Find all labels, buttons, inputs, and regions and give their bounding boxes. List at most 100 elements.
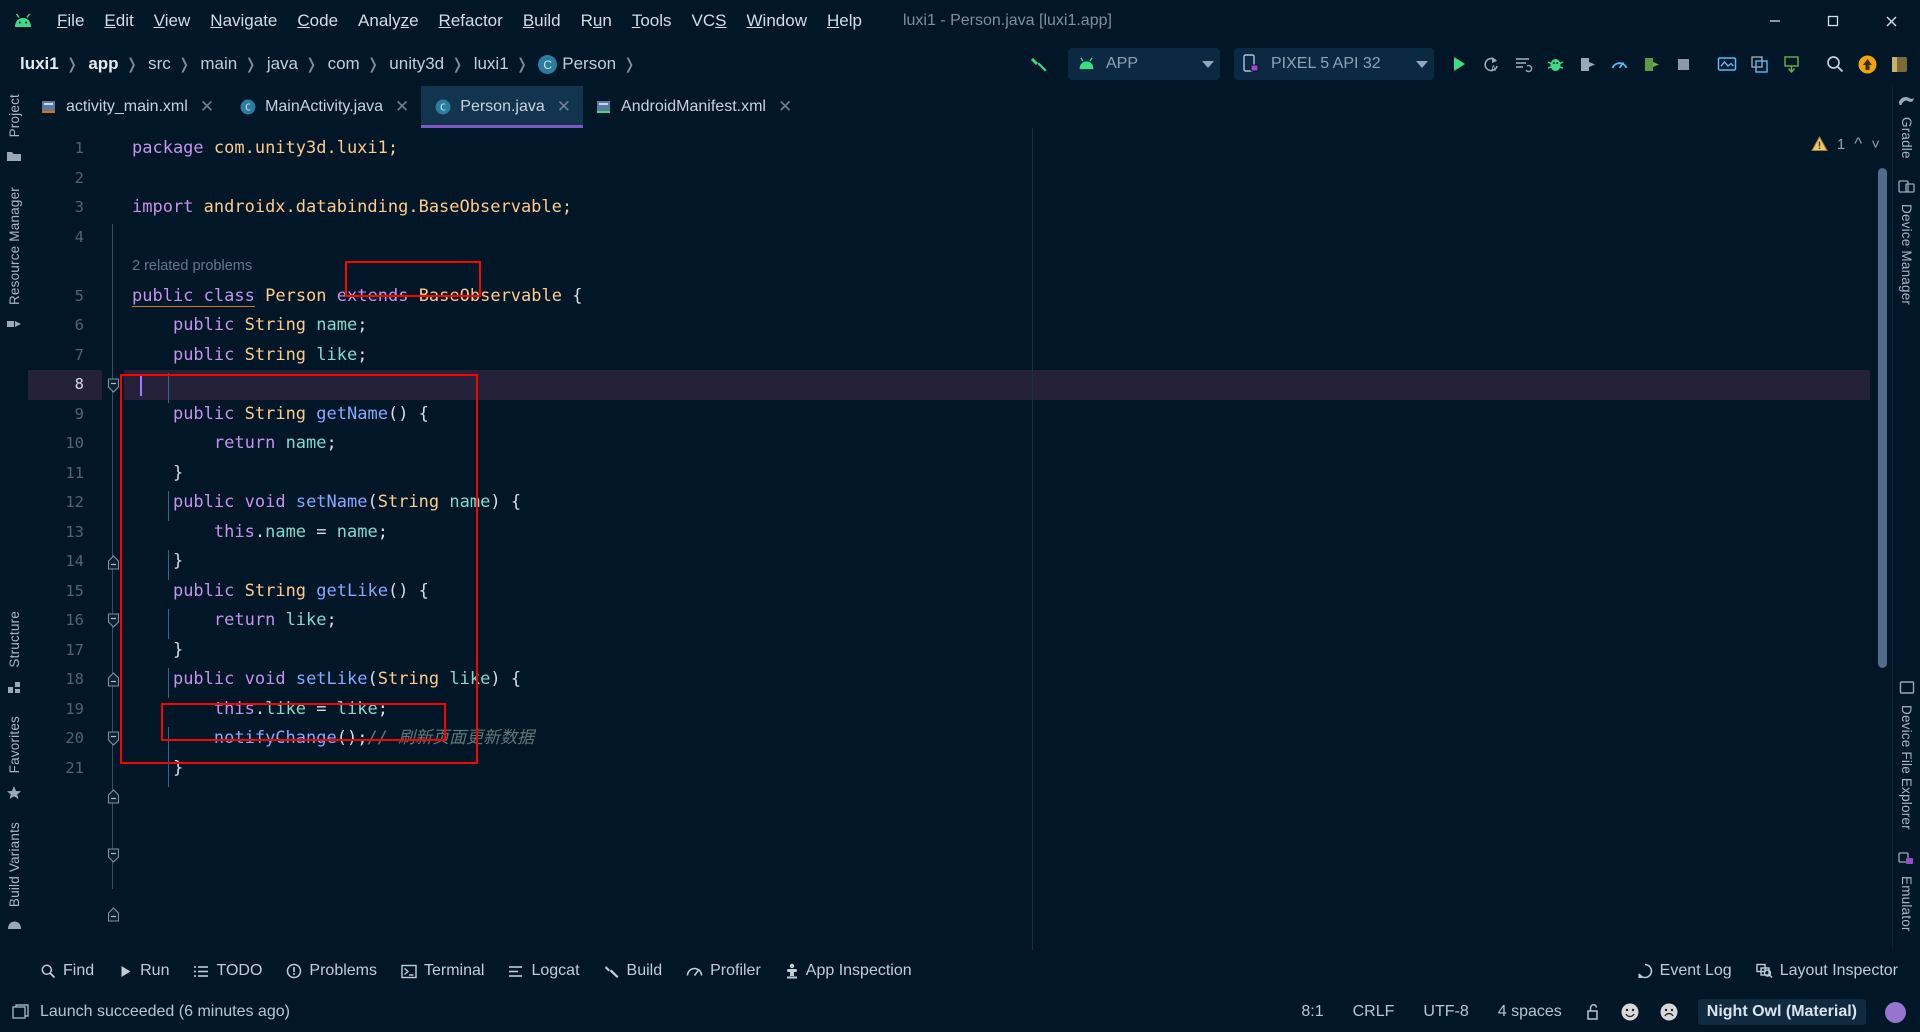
breadcrumb-item-3[interactable]: main	[196, 52, 241, 76]
layout-inspector-icon[interactable]	[1744, 49, 1774, 79]
project-structure-icon[interactable]	[1884, 49, 1914, 79]
apply-code-changes-icon[interactable]	[1508, 49, 1538, 79]
run-button[interactable]	[1444, 49, 1474, 79]
sidebar-item-emulator[interactable]: Emulator	[1899, 868, 1914, 950]
close-icon[interactable]: ✕	[778, 97, 792, 117]
close-icon[interactable]: ✕	[395, 97, 409, 117]
fold-marker-collapse[interactable]	[102, 606, 124, 636]
breadcrumb-item-0[interactable]: luxi1	[16, 52, 63, 76]
bottom-tab-app-inspection[interactable]: App Inspection	[775, 958, 922, 984]
bottom-tab-todo[interactable]: TODO	[183, 958, 272, 984]
menu-run[interactable]: Run	[572, 7, 621, 35]
indent-setting[interactable]: 4 spaces	[1493, 1000, 1567, 1024]
apply-changes-icon[interactable]: A	[1476, 49, 1506, 79]
fold-marker-collapse[interactable]	[102, 371, 124, 401]
attach-debugger-icon[interactable]	[1572, 49, 1602, 79]
fold-marker-collapse[interactable]	[102, 841, 124, 871]
menu-refactor[interactable]: Refactor	[430, 7, 512, 35]
fold-marker-expand[interactable]	[102, 782, 124, 812]
bottom-tab-event-log[interactable]: Event Log	[1627, 958, 1742, 984]
menu-code[interactable]: Code	[288, 7, 347, 35]
code-text[interactable]: package com.unity3d.luxi1; import androi…	[124, 128, 1870, 950]
sidebar-item-device-file-explorer[interactable]: Device File Explorer	[1899, 697, 1914, 838]
bottom-tab-find[interactable]: Find	[30, 958, 104, 984]
menu-edit[interactable]: Edit	[95, 7, 142, 35]
breadcrumb-item-6[interactable]: unity3d	[385, 52, 448, 76]
bottom-tab-problems[interactable]: Problems	[276, 958, 387, 984]
menu-help[interactable]: Help	[818, 7, 871, 35]
breadcrumb-item-4[interactable]: java	[263, 52, 302, 76]
search-icon[interactable]	[1820, 49, 1850, 79]
menu-file[interactable]: File	[48, 7, 93, 35]
menu-build[interactable]: Build	[514, 7, 570, 35]
breadcrumb-item-8[interactable]: C Person	[534, 52, 620, 77]
chevron-down-icon[interactable]: ˅	[1871, 136, 1880, 153]
bottom-tab-run[interactable]: Run	[108, 958, 179, 984]
device-mirroring-icon[interactable]	[1712, 49, 1742, 79]
menu-view[interactable]: View	[145, 7, 200, 35]
run-anything-icon[interactable]	[1636, 49, 1666, 79]
bottom-tab-logcat[interactable]: Logcat	[498, 958, 589, 984]
close-icon[interactable]: ✕	[557, 97, 571, 117]
sidebar-item-favorites[interactable]: Favorites	[7, 708, 22, 781]
tab-mainactivity-java[interactable]: C MainActivity.java ✕	[226, 86, 421, 128]
breadcrumb-item-7[interactable]: luxi1	[470, 52, 513, 76]
chevron-down-icon[interactable]	[1202, 60, 1214, 68]
run-configuration-selector[interactable]: APP	[1068, 48, 1220, 80]
sidebar-item-build-variants[interactable]: Build Variants	[7, 814, 22, 915]
code-folding-gutter[interactable]	[102, 128, 124, 950]
menu-window[interactable]: Window	[738, 7, 816, 35]
breadcrumb-item-2[interactable]: src	[144, 52, 175, 76]
close-icon[interactable]: ✕	[200, 97, 214, 117]
fold-marker-expand[interactable]	[102, 548, 124, 578]
sidebar-item-gradle[interactable]: Gradle	[1899, 109, 1914, 167]
bug-icon[interactable]	[1540, 49, 1570, 79]
tab-person-java[interactable]: C Person.java ✕	[421, 86, 584, 128]
unlocked-padlock-icon[interactable]	[1586, 1003, 1601, 1021]
bottom-tab-terminal[interactable]: Terminal	[391, 958, 494, 984]
sidebar-item-device-manager[interactable]: Device Manager	[1899, 196, 1914, 313]
update-arrow-icon[interactable]	[1852, 49, 1882, 79]
minimize-button[interactable]	[1746, 0, 1804, 42]
tab-androidmanifest-xml[interactable]: AndroidManifest.xml ✕	[583, 86, 804, 128]
fold-marker-collapse[interactable]	[102, 724, 124, 754]
close-button[interactable]	[1862, 0, 1920, 42]
sidebar-item-resource-manager[interactable]: Resource Manager	[7, 179, 22, 313]
chevron-up-icon[interactable]: ^	[1854, 134, 1862, 154]
menu-tools[interactable]: Tools	[623, 7, 681, 35]
line-separator[interactable]: CRLF	[1348, 1000, 1400, 1024]
menu-vcs[interactable]: VCS	[683, 7, 736, 35]
inlay-hint-related-problems[interactable]: 2 related problems	[124, 252, 1870, 282]
bottom-tab-layout-inspector[interactable]: Layout Inspector	[1746, 958, 1908, 984]
scrollbar-thumb[interactable]	[1878, 168, 1887, 668]
sad-face-icon[interactable]	[1659, 1002, 1679, 1022]
fold-marker-expand[interactable]	[102, 665, 124, 695]
code-line-11: }	[124, 459, 1870, 489]
file-encoding[interactable]: UTF-8	[1418, 1000, 1473, 1024]
breadcrumb-item-1[interactable]: app	[84, 52, 122, 76]
stop-icon[interactable]	[1668, 49, 1698, 79]
menu-analyze[interactable]: Analyze	[349, 7, 428, 35]
editor-scrollbar[interactable]	[1870, 128, 1892, 950]
device-selector[interactable]: PIXEL 5 API 32	[1234, 48, 1434, 80]
sdk-manager-icon[interactable]	[1776, 49, 1806, 79]
menu-navigate[interactable]: Navigate	[201, 7, 286, 35]
theme-indicator[interactable]: Night Owl (Material)	[1697, 999, 1866, 1025]
profiler-icon[interactable]	[1604, 49, 1634, 79]
fold-marker-expand[interactable]	[102, 900, 124, 930]
user-avatar-icon[interactable]	[1885, 1001, 1906, 1023]
code-editor[interactable]: 1 ^ ˅ 1 2 3 4 5 6 7 8 9 10 11 12 13 14 1…	[28, 128, 1892, 950]
chevron-down-icon[interactable]	[1416, 60, 1428, 68]
sidebar-item-structure[interactable]: Structure	[7, 603, 22, 676]
bottom-tab-profiler[interactable]: Profiler	[676, 958, 771, 984]
tab-activity-main-xml[interactable]: activity_main.xml ✕	[28, 86, 226, 128]
bottom-tab-build[interactable]: Build	[594, 958, 673, 984]
sidebar-item-project[interactable]: Project	[7, 86, 22, 145]
line-number: 6	[74, 316, 84, 334]
caret-position[interactable]: 8:1	[1296, 1000, 1328, 1024]
hammer-icon[interactable]	[1024, 49, 1054, 79]
breadcrumb-item-5[interactable]: com	[324, 52, 364, 76]
happy-face-icon[interactable]	[1620, 1002, 1640, 1022]
maximize-button[interactable]	[1804, 0, 1862, 42]
window-icon[interactable]	[12, 1003, 30, 1021]
